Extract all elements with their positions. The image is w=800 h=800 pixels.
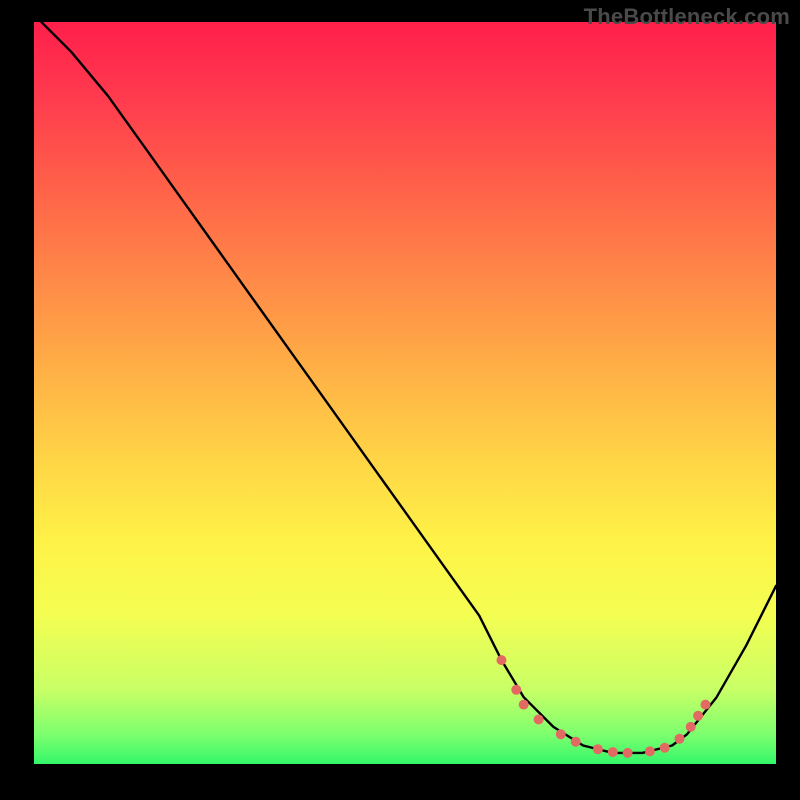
chart-frame: TheBottleneck.com [0, 0, 800, 800]
marker-dot [645, 746, 655, 756]
marker-dot [623, 748, 633, 758]
marker-dot [556, 729, 566, 739]
curve-markers [497, 655, 711, 758]
marker-dot [701, 700, 711, 710]
marker-dot [593, 744, 603, 754]
watermark-text: TheBottleneck.com [584, 4, 790, 30]
marker-dot [497, 655, 507, 665]
marker-dot [686, 722, 696, 732]
marker-dot [511, 685, 521, 695]
marker-dot [534, 715, 544, 725]
marker-dot [571, 737, 581, 747]
bottleneck-curve [41, 22, 776, 753]
marker-dot [693, 711, 703, 721]
marker-dot [519, 700, 529, 710]
marker-dot [660, 743, 670, 753]
plot-area [34, 22, 776, 764]
marker-dot [608, 747, 618, 757]
curve-layer [34, 22, 776, 764]
marker-dot [675, 734, 685, 744]
